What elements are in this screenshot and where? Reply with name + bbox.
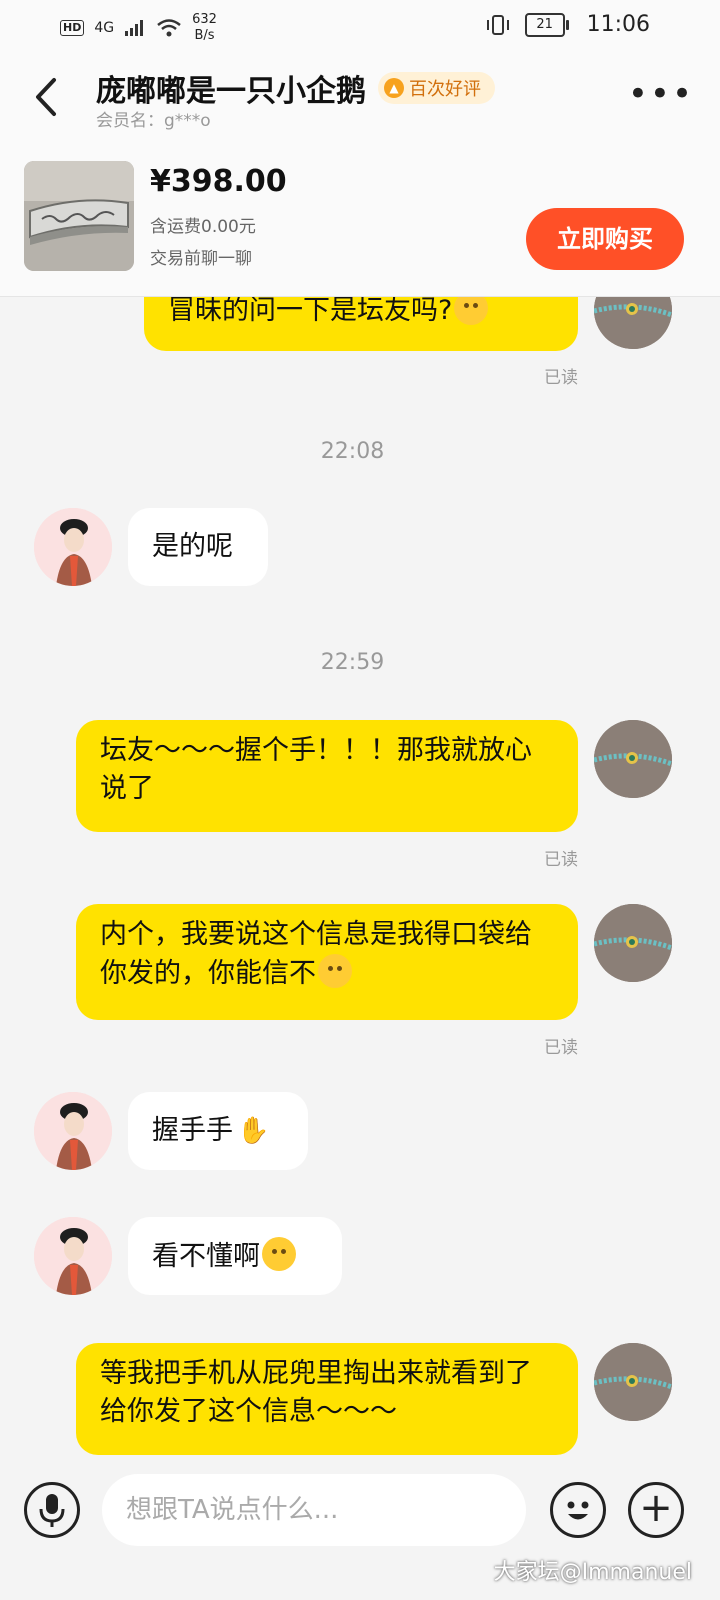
bracelet-photo-icon [594,297,672,349]
my-avatar[interactable] [594,297,672,349]
bracelet-photo-icon [594,720,672,798]
timestamp: 22:08 [320,439,385,464]
wifi-icon [157,19,181,37]
message-bubble-theirs[interactable]: 握手手 ✋ [128,1092,308,1170]
emoji-button[interactable] [550,1482,606,1538]
vibrate-icon [486,14,509,35]
rating-badge[interactable]: ▲ 百次好评 [378,72,495,104]
badge-label: 百次好评 [409,79,481,100]
message-bubble-mine[interactable]: 坛友～～～握个手！！！那我就放心说了 [76,720,578,832]
message-text: 看不懂啊 [152,1241,260,1272]
status-left: HD 4G 632 B/s [60,12,217,44]
message-bubble-theirs[interactable]: 是的呢 [128,508,268,586]
contact-avatar[interactable] [34,1217,112,1295]
network-indicator: 4G [94,20,115,36]
my-avatar[interactable] [594,1343,672,1421]
smiley-icon [567,1501,589,1520]
speed-value: 632 [192,12,217,27]
product-thumbnail[interactable] [24,161,134,271]
lady-portrait-icon [34,508,112,586]
hd-indicator: HD [60,20,85,36]
title-row: 庞嘟嘟是一只小企鹅 ▲ 百次好评 [96,66,495,110]
message-text: 坛友～～～握个手！！！那我就放心说了 [100,735,532,804]
read-receipt: 已读 [544,850,578,870]
lady-portrait-icon [34,1092,112,1170]
sleepy-emoji-icon [454,297,489,325]
bracelet-photo-icon [594,904,672,982]
shipping-fee: 含运费0.00元 [150,217,256,237]
product-card: ¥398.00 含运费0.00元 交易前聊一聊 立即购买 [0,146,720,297]
message-bubble-mine[interactable]: 等我把手机从屁兜里掏出来就看到了给你发了这个信息～～～ [76,1343,578,1455]
chat-area[interactable]: 冒昧的问一下是坛友吗? 已读 22:08 是的呢 22:59 坛友～～～握个手！… [0,297,720,1462]
message-bubble-mine[interactable]: 冒昧的问一下是坛友吗? [144,297,578,351]
ring-image-icon [24,161,134,271]
add-attachment-button[interactable]: + [628,1482,684,1538]
pleading-emoji-icon [318,954,352,988]
message-input[interactable] [102,1474,526,1546]
message-text: 等我把手机从屁兜里掏出来就看到了给你发了这个信息～～～ [100,1358,532,1427]
laughing-crying-emoji-icon [262,1237,296,1271]
status-time: 11:06 [586,12,650,37]
buy-now-button[interactable]: 立即购买 [526,208,684,270]
my-avatar[interactable] [594,720,672,798]
voice-input-button[interactable] [24,1482,80,1538]
microphone-icon [39,1494,65,1527]
chat-title: 庞嘟嘟是一只小企鹅 [96,74,366,109]
status-bar: HD 4G 632 B/s 21 11:06 [0,0,720,54]
message-bubble-theirs[interactable]: 看不懂啊 [128,1217,342,1295]
handshake-emoji-icon: ✋ [237,1116,270,1146]
timestamp: 22:59 [320,650,385,675]
message-text: 是的呢 [152,531,233,562]
network-speed: 632 B/s [192,12,217,44]
watermark: 大家坛@Immanuel [493,1560,692,1585]
speed-unit: B/s [194,28,215,43]
product-price: ¥398.00 [150,164,287,199]
contact-avatar[interactable] [34,1092,112,1170]
bracelet-photo-icon [594,1343,672,1421]
message-bubble-mine[interactable]: 内个，我要说这个信息是我得口袋给你发的，你能信不 [76,904,578,1020]
lady-portrait-icon [34,1217,112,1295]
message-text: 冒昧的问一下是坛友吗? [168,297,453,326]
thumbs-up-icon: ▲ [384,78,404,98]
back-arrow-icon[interactable] [28,72,68,122]
contact-avatar[interactable] [34,508,112,586]
message-text: 内个，我要说这个信息是我得口袋给你发的，你能信不 [100,919,532,989]
read-receipt: 已读 [544,1038,578,1058]
battery-icon: 21 [524,12,569,37]
member-name: 会员名：g***o [96,111,211,131]
chat-hint: 交易前聊一聊 [150,249,252,269]
message-text: 握手手 [152,1115,233,1146]
read-receipt: 已读 [544,368,578,388]
signal-icon [125,20,144,36]
more-options-icon[interactable]: ••• [628,77,694,111]
my-avatar[interactable] [594,904,672,982]
chat-header: 庞嘟嘟是一只小企鹅 ▲ 百次好评 会员名：g***o ••• [0,54,720,146]
status-right: 21 11:06 [485,12,650,37]
input-bar: + 大家坛@Immanuel [0,1462,720,1600]
